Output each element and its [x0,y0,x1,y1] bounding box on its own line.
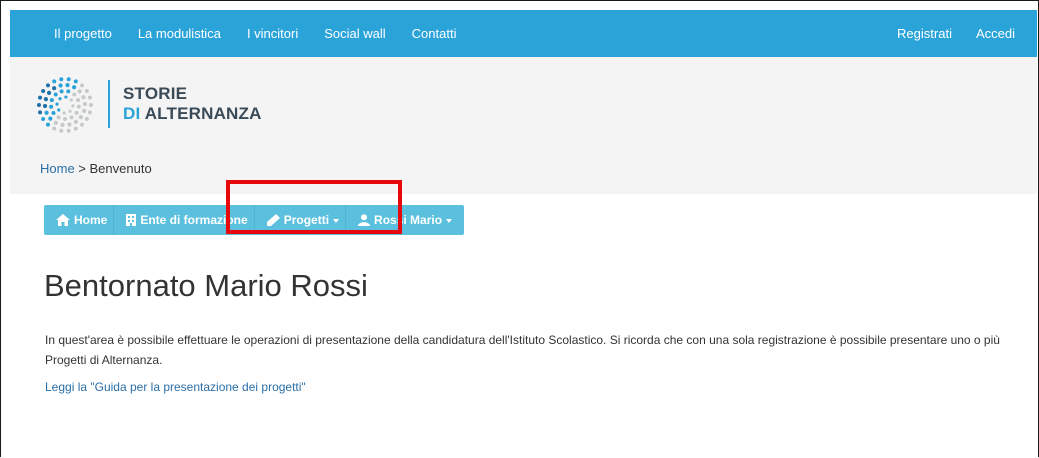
logo-dot [65,83,70,88]
subnav-home[interactable]: Home [44,205,113,235]
nav-link-il-progetto[interactable]: Il progetto [54,26,112,41]
logo-dot [77,89,82,94]
logo-dot [73,126,78,131]
logo-dot [41,117,46,122]
nav-link-social-wall[interactable]: Social wall [324,26,385,41]
logo-dot [55,102,59,106]
logo-dot [69,115,74,120]
logo-dot [80,122,85,127]
caret-down-icon [446,218,453,223]
logo-dot [66,128,71,133]
logo-dot [58,83,63,88]
breadcrumb-home-link[interactable]: Home [40,161,75,176]
logo-dot [49,104,54,109]
logo-dot [56,115,61,120]
logo-dot [51,111,56,115]
top-nav-right: Registrati Accedi [873,26,1015,41]
logo-dot [66,77,71,82]
logo-dot [84,117,89,122]
login-link[interactable]: Accedi [976,26,1015,41]
nav-link-i-vincitori[interactable]: I vincitori [247,26,298,41]
logo-icon[interactable] [34,76,98,134]
home-icon [56,214,70,226]
logo-dot [71,104,75,108]
logo-dot [52,86,57,91]
logo-dot [52,79,57,84]
register-link[interactable]: Registrati [897,26,952,41]
logo-line-2: DI ALTERNANZA [123,104,262,124]
logo-line-1: STORIE [123,84,188,103]
logo-dot [87,95,92,100]
logo-dot [74,110,79,115]
logo-separator [108,80,110,128]
logo-dot [44,110,49,115]
logo-dot [53,92,58,97]
logo-dot [68,109,72,113]
logo-dot [82,101,88,107]
logo-dot [45,122,50,127]
logo-dot [62,111,66,115]
logo-dot [48,116,53,121]
page-title: Bentornato Mario Rossi [44,268,368,303]
logo-dot [58,97,62,101]
top-nav-left: Il progetto La modulistica I vincitori S… [54,26,482,41]
logo-dot [59,77,64,82]
logo-dot [43,96,48,102]
logo-dot [82,108,87,114]
guide-link[interactable]: Leggi la "Guida per la presentazione dei… [45,380,306,394]
subnav-home-label: Home [74,213,108,227]
top-navbar: Il progetto La modulistica I vincitori S… [10,10,1037,57]
logo-dot [66,89,71,94]
logo-dot [72,92,77,97]
logo-dot [78,114,84,120]
logo-dot [41,88,46,93]
logo-dot [63,117,68,121]
logo-dot [59,128,64,133]
logo-dot [69,98,73,102]
logo-dot [59,89,64,94]
logo-dot [72,85,77,90]
logo-dot [84,88,89,93]
logo-dot [87,110,92,115]
logo-dot [89,103,93,107]
logo-dot [60,122,65,127]
logo-dot [73,79,78,84]
header-band [10,57,1037,194]
nav-link-la-modulistica[interactable]: La modulistica [138,26,221,41]
logo-dot [42,103,48,109]
logo-line-2-rest: ALTERNANZA [140,104,262,123]
nav-link-contatti[interactable]: Contatti [412,26,457,41]
logo-line-2-prefix: DI [123,104,141,123]
breadcrumb-separator: > [74,161,90,176]
annotation-highlight-box [226,180,402,234]
logo-dot [37,103,41,107]
logo-dot [46,90,52,96]
logo-dot [53,120,58,125]
logo-dot [67,122,72,127]
logo-dot [45,83,50,88]
breadcrumb: Home > Benvenuto [40,161,152,176]
logo-dot [80,83,85,88]
breadcrumb-current: Benvenuto [89,161,152,176]
logo-dot [76,104,81,109]
intro-paragraph: In quest'area è possibile effettuare le … [45,333,1000,367]
logo-dot [73,119,78,124]
logo-dot [49,98,54,103]
logo-dot [81,95,86,100]
logo-dot [64,95,68,99]
logo-dot [57,108,61,112]
logo-dot [38,95,43,100]
building-icon [126,214,137,226]
logo-dot [76,97,81,102]
logo-wordmark[interactable]: STORIE DI ALTERNANZA [123,84,262,124]
logo-dot [38,110,43,115]
logo-dot [52,126,57,131]
